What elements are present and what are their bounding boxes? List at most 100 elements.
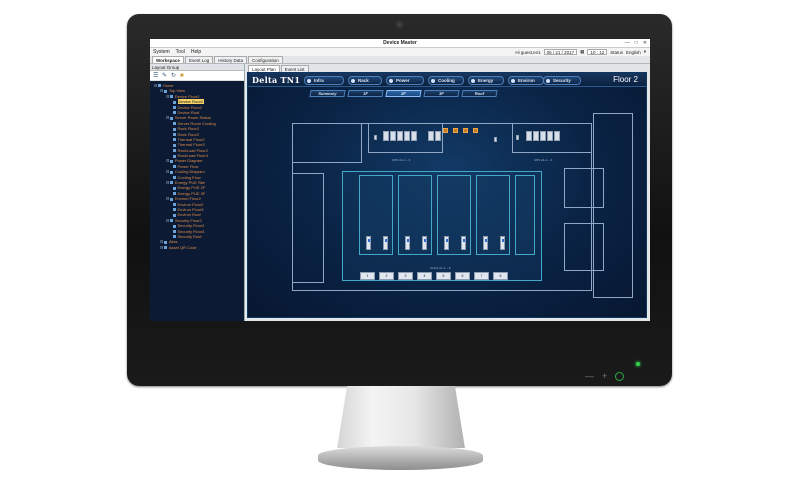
rack-icon: [173, 132, 176, 136]
layout-tabs: Layout Plan Event List: [246, 64, 650, 72]
ups-rack[interactable]: [390, 131, 396, 141]
tab-event-list[interactable]: Event List: [280, 65, 309, 72]
date-field[interactable]: 06 / 21 / 2017: [543, 49, 578, 55]
environ-icon: [173, 208, 176, 212]
ups-rack[interactable]: [383, 131, 389, 141]
coil-unit[interactable]: 2: [379, 272, 394, 280]
pdu-unit[interactable]: [500, 236, 505, 250]
tree-item-label: Device Floor2: [177, 99, 205, 105]
pdu-unit[interactable]: [383, 236, 388, 250]
tree-item-label: RackLoad Floor2: [177, 147, 208, 153]
tree-item[interactable]: ⊟ Asset QR Code: [150, 245, 244, 250]
time-field[interactable]: 10 : 12: [587, 49, 608, 55]
pdu-unit[interactable]: [366, 236, 371, 250]
nav-energy[interactable]: Energy: [468, 76, 504, 85]
ups-rack[interactable]: [397, 131, 403, 141]
ups-rack[interactable]: [494, 137, 497, 142]
tab-event-log[interactable]: Event Log: [184, 56, 214, 63]
tab-workspace[interactable]: Workspace: [152, 56, 184, 63]
pdu-unit[interactable]: [444, 236, 449, 250]
ups-rack[interactable]: [411, 131, 417, 141]
floor-button-roof[interactable]: Roof: [461, 90, 498, 97]
floor-button-1f[interactable]: 1F: [347, 90, 384, 97]
minimize-icon[interactable]: —: [625, 40, 630, 46]
floor-button-3f[interactable]: 3F: [423, 90, 460, 97]
tab-history-data[interactable]: History Data: [214, 56, 247, 63]
tab-configuration[interactable]: Configuration: [247, 56, 283, 63]
ups-rack[interactable]: [374, 135, 377, 140]
collapse-icon[interactable]: ⊟: [154, 83, 157, 88]
nav-infra[interactable]: Infra: [304, 76, 344, 85]
ups-rack[interactable]: [547, 131, 553, 141]
nav-rack[interactable]: Rack: [348, 76, 382, 85]
ups-rack[interactable]: [516, 135, 519, 140]
pdu-unit[interactable]: [461, 236, 466, 250]
nav-cooling[interactable]: Cooling: [428, 76, 464, 85]
ups-rack[interactable]: [526, 131, 532, 141]
ups-rack[interactable]: [404, 131, 410, 141]
coil-unit[interactable]: 4: [417, 272, 432, 280]
nav-power[interactable]: Power: [386, 76, 424, 85]
language-select[interactable]: English: [626, 50, 641, 55]
radio-icon: [307, 78, 311, 83]
collapse-icon[interactable]: ⊟: [160, 88, 163, 93]
folder-icon: [164, 240, 168, 244]
nav-security[interactable]: Security: [543, 76, 581, 85]
tree-item-label: Environ Floor3: [177, 206, 204, 212]
layout-group-panel: Layout Group ☰ ✎ ↻ ■ ⊟ Home ⊟ Top View ⊟ Devi…: [150, 64, 245, 321]
minus-icon[interactable]: —: [585, 372, 594, 381]
pdu-unit[interactable]: [405, 236, 410, 250]
edit-icon[interactable]: ✎: [162, 73, 168, 79]
user-greeting: Hi guest,en1: [515, 49, 541, 55]
ups-rack[interactable]: [554, 131, 560, 141]
collapse-icon[interactable]: ⊟: [166, 169, 169, 174]
collapse-icon[interactable]: ⊟: [166, 218, 169, 223]
chevron-down-icon[interactable]: ▾: [644, 49, 646, 55]
collapse-icon[interactable]: ⊟: [160, 245, 163, 250]
plus-icon[interactable]: +: [602, 372, 607, 381]
pdu-unit[interactable]: [422, 236, 427, 250]
menu-system[interactable]: System: [153, 49, 170, 55]
close-icon[interactable]: ✕: [643, 40, 647, 46]
calendar-icon[interactable]: ▦: [580, 49, 584, 55]
power-button-icon[interactable]: [615, 372, 625, 381]
floor-button-2f[interactable]: 2F: [385, 90, 422, 97]
list-icon[interactable]: ☰: [153, 73, 159, 79]
layout-tree: ⊟ Home ⊟ Top View ⊟ Device Floor2 Device Floor…: [150, 81, 244, 321]
layout-area: Layout Plan Event List Delta TN1 Floor 2…: [246, 64, 650, 321]
folder-icon: [170, 159, 174, 163]
coil-unit[interactable]: 5: [436, 272, 451, 280]
pdu-unit[interactable]: [483, 236, 488, 250]
radio-icon: [389, 78, 393, 83]
ups-rack[interactable]: [533, 131, 539, 141]
collapse-icon[interactable]: ⊟: [160, 239, 163, 244]
coil-unit[interactable]: 8: [493, 272, 508, 280]
collapse-icon[interactable]: ⊟: [166, 196, 169, 201]
security-icon: [173, 224, 176, 228]
refresh-icon[interactable]: ↻: [171, 73, 177, 79]
maximize-icon[interactable]: □: [635, 40, 638, 46]
collapse-icon[interactable]: ⊟: [166, 180, 169, 185]
tab-layout-plan[interactable]: Layout Plan: [248, 65, 280, 72]
collapse-icon[interactable]: ⊟: [166, 115, 169, 120]
collapse-icon[interactable]: ⊟: [166, 158, 169, 163]
ups-rack[interactable]: [428, 131, 434, 141]
tree-item-label: Power Diagram: [174, 158, 203, 164]
coil-unit[interactable]: 3: [398, 272, 413, 280]
ups-label: UPS A1-1 ~ 3: [392, 158, 411, 162]
coil-unit[interactable]: 7: [474, 272, 489, 280]
ups-rack[interactable]: [435, 131, 441, 141]
coil-unit[interactable]: 6: [455, 272, 470, 280]
webcam-icon: [395, 20, 404, 29]
radio-icon: [351, 78, 355, 83]
ups-rack[interactable]: [540, 131, 546, 141]
floor-button-summary[interactable]: Summary: [309, 90, 346, 97]
menu-help[interactable]: Help: [191, 49, 201, 55]
menu-tool[interactable]: Tool: [176, 49, 185, 55]
nav-environ[interactable]: Environ: [508, 76, 544, 85]
east-room-wall-2: [564, 223, 604, 271]
cold-aisle: [515, 175, 535, 255]
lock-icon[interactable]: ■: [180, 73, 186, 79]
coil-unit[interactable]: 1: [360, 272, 375, 280]
collapse-icon[interactable]: ⊟: [166, 94, 169, 99]
